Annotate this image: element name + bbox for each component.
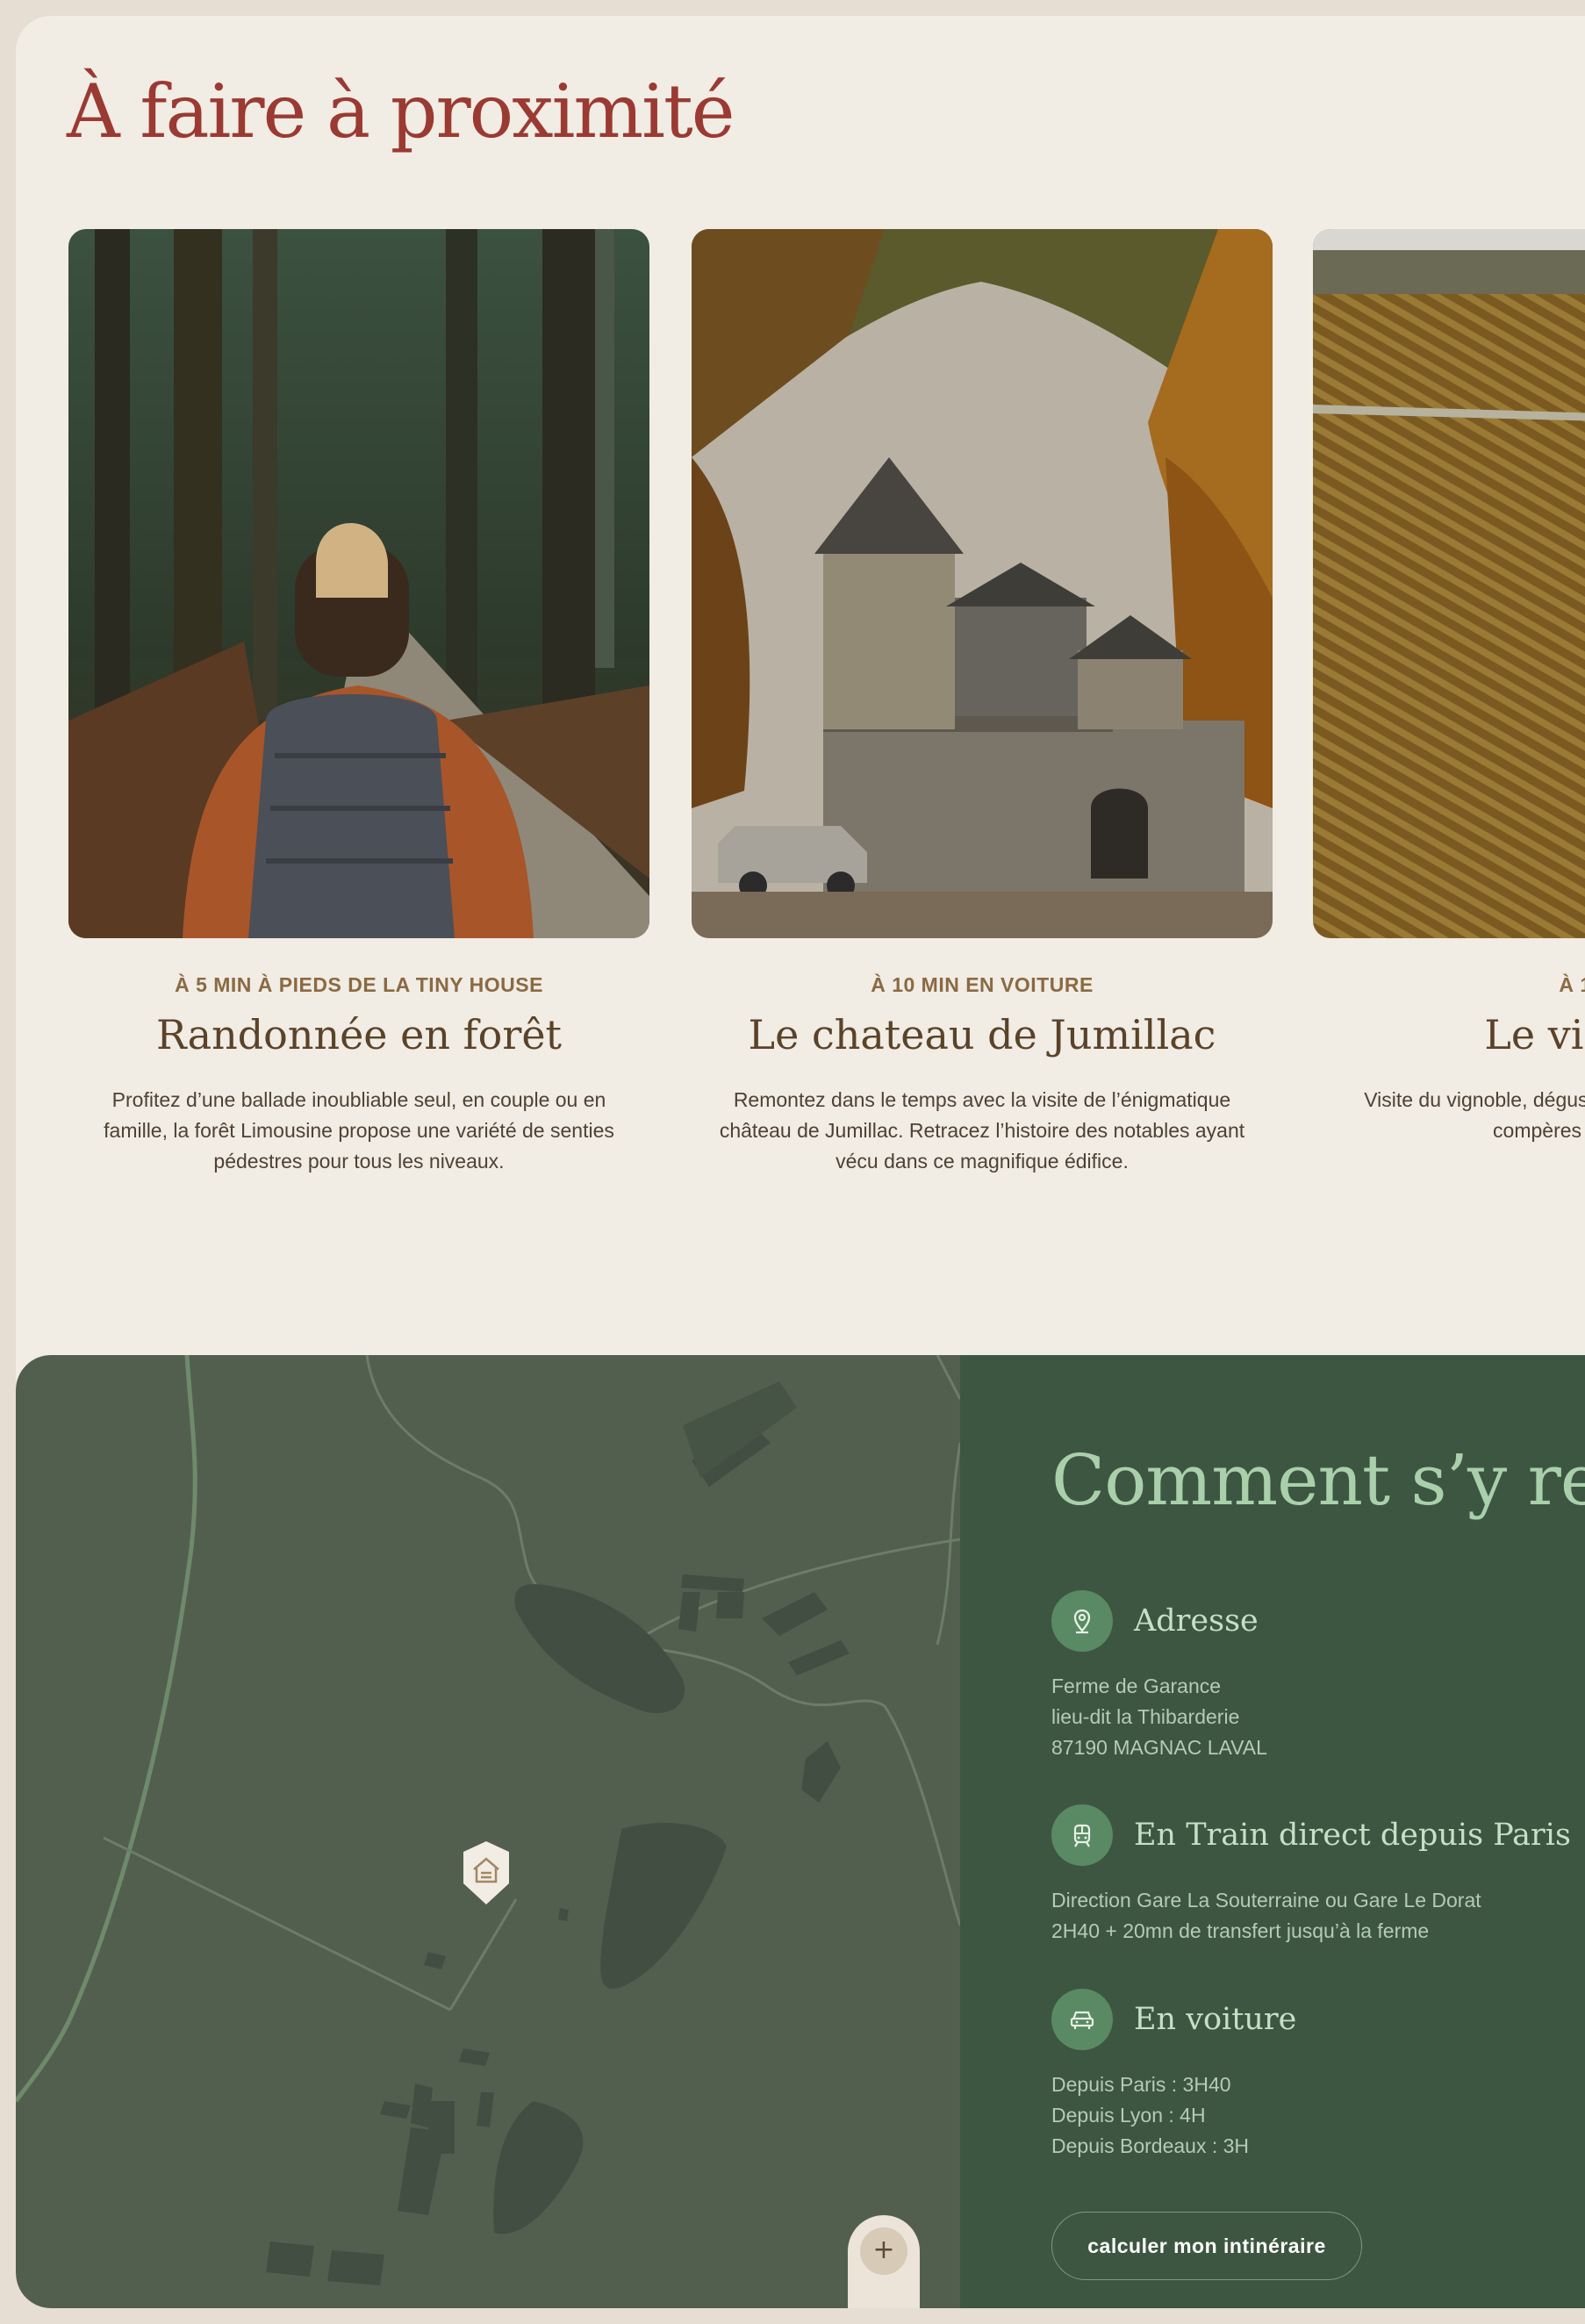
castle-photo	[692, 229, 1273, 938]
address-title: Adresse	[1134, 1603, 1259, 1639]
card-distance: À 10 MIN	[1559, 973, 1585, 996]
train-icon	[1051, 1804, 1113, 1866]
zoom-in-button[interactable]: +	[860, 2227, 907, 2275]
location-pin-icon	[1051, 1590, 1113, 1652]
card-description: Visite du vignoble, dégusta sont autant …	[1364, 1088, 1585, 1142]
train-line: 2H40 + 20mn de transfert jusqu’à la ferm…	[1051, 1919, 1430, 1942]
train-line: Direction Gare La Souterraine ou Gare Le…	[1051, 1889, 1481, 1912]
card-title[interactable]: Randonnée en forêt	[68, 1011, 649, 1058]
page-panel: À faire à proximité À 5 MIN À PIEDS DE L…	[16, 16, 1585, 2308]
car-line: Depuis Lyon : 4H	[1051, 2104, 1206, 2127]
zoom-tab: +	[848, 2215, 920, 2308]
location-map[interactable]: +	[16, 1355, 960, 2308]
train-section: En Train direct depuis Paris Direction G…	[1051, 1804, 1571, 1947]
train-title: En Train direct depuis Paris	[1134, 1818, 1571, 1853]
card-description: Profitez d’une ballade inoubliable seul,…	[104, 1088, 614, 1173]
card-title[interactable]: Le chateau de Jumillac	[692, 1011, 1273, 1058]
page-title: À faire à proximité	[67, 68, 735, 154]
activity-card[interactable]: À 5 MIN À PIEDS DE LA TINY HOUSE Randonn…	[68, 229, 649, 1177]
house-marker-icon[interactable]	[460, 1840, 513, 1906]
access-panel: Comment s’y ren Adresse Ferme de Garance…	[960, 1355, 1585, 2308]
car-line: Depuis Paris : 3H40	[1051, 2073, 1231, 2096]
address-line: 87190 MAGNAC LAVAL	[1051, 1736, 1267, 1759]
car-title: En voiture	[1134, 2002, 1297, 2037]
calculate-route-button[interactable]: calculer mon intinéraire	[1051, 2212, 1362, 2280]
car-section: En voiture Depuis Paris : 3H40 Depuis Ly…	[1051, 1989, 1296, 2162]
car-icon	[1051, 1989, 1113, 2050]
car-line: Depuis Bordeaux : 3H	[1051, 2134, 1250, 2157]
address-line: Ferme de Garance	[1051, 1675, 1222, 1697]
forest-hike-photo	[68, 229, 649, 938]
vineyard-photo	[1313, 229, 1585, 938]
address-line: lieu-dit la Thibarderie	[1051, 1705, 1240, 1728]
address-section: Adresse Ferme de Garance lieu-dit la Thi…	[1051, 1590, 1267, 1763]
card-title[interactable]: Le vignoble	[1313, 1011, 1585, 1058]
card-distance: À 10 MIN EN VOITURE	[871, 973, 1094, 996]
card-description: Remontez dans le temps avec la visite de…	[719, 1088, 1245, 1173]
activity-card[interactable]: À 10 MIN Le vignoble Visite du vignoble,…	[1313, 229, 1585, 1146]
access-title: Comment s’y ren	[1051, 1439, 1585, 1521]
activity-card[interactable]: À 10 MIN EN VOITURE Le chateau de Jumill…	[692, 229, 1273, 1177]
card-distance: À 5 MIN À PIEDS DE LA TINY HOUSE	[175, 973, 543, 996]
